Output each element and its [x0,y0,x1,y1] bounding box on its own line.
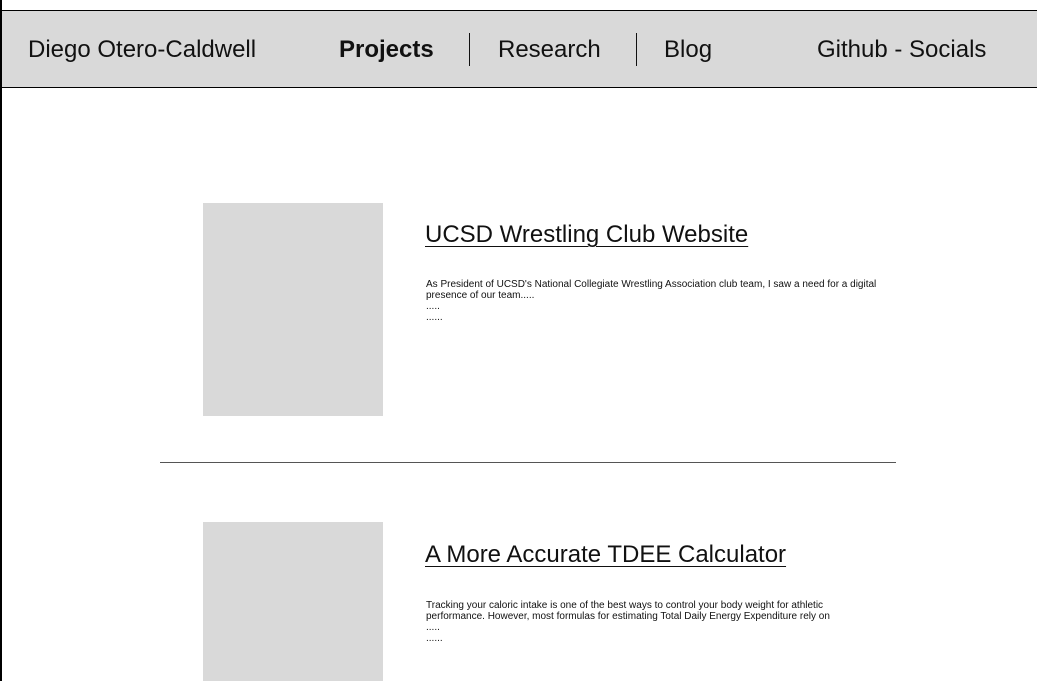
project-title-link[interactable]: A More Accurate TDEE Calculator [425,541,786,569]
project-description: Tracking your caloric intake is one of t… [426,600,876,644]
project-card-tdee-calculator: A More Accurate TDEE Calculator Tracking… [2,0,1037,681]
project-description-ellipsis: ...... [426,633,443,644]
project-thumbnail-placeholder[interactable] [203,522,383,681]
project-description-text: Tracking your caloric intake is one of t… [426,600,830,622]
page: Diego Otero-Caldwell Projects Research B… [0,0,1037,681]
project-description-ellipsis: ..... [426,622,440,633]
